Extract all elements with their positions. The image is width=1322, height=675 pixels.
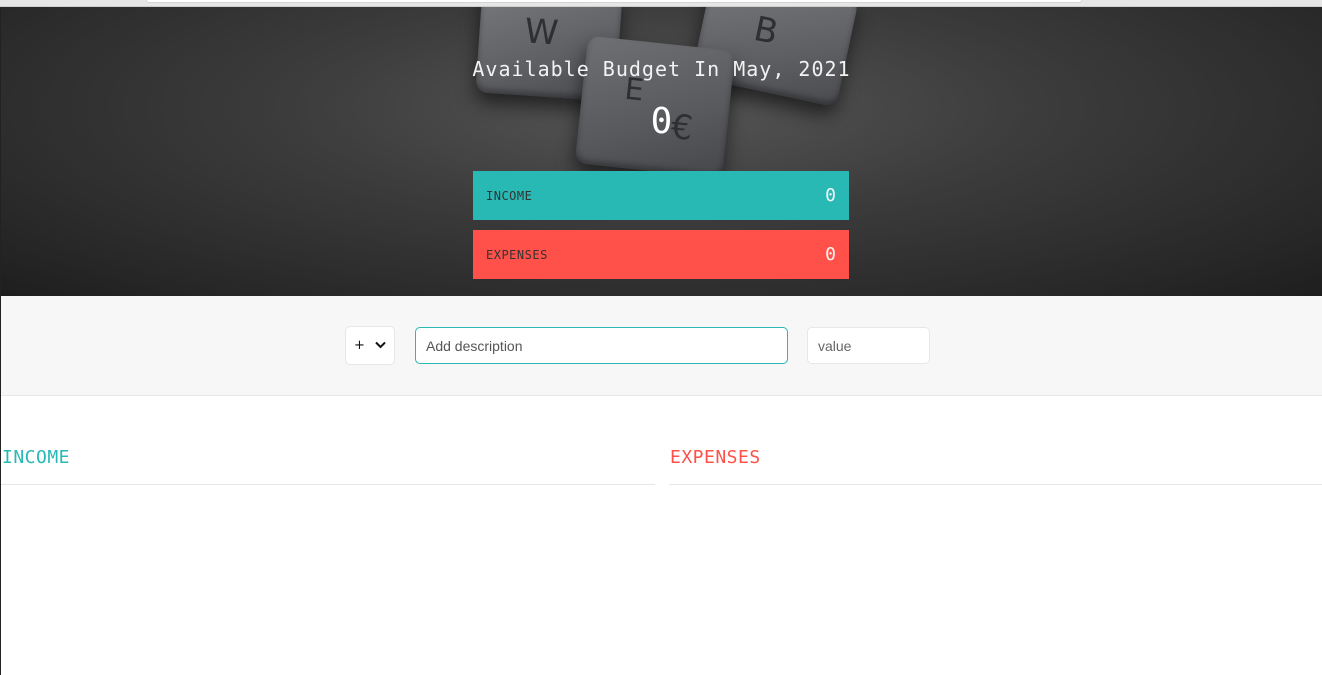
income-summary: INCOME 0 (473, 171, 849, 220)
budget-value: 0 (650, 101, 673, 142)
letter-tile-w-glyph: W (523, 11, 560, 54)
income-list-divider (1, 484, 655, 485)
top-strip (0, 0, 1322, 7)
expenses-list-divider (669, 484, 1322, 485)
chevron-down-icon (375, 339, 386, 352)
type-select-value: + (354, 338, 365, 353)
add-entry-bar: + (1, 296, 1322, 396)
value-input[interactable] (807, 327, 930, 364)
income-summary-label: INCOME (486, 188, 533, 203)
expenses-summary-label: EXPENSES (486, 247, 548, 262)
top-strip-bar (146, 0, 1082, 3)
expenses-summary-value: 0 (825, 244, 836, 265)
expenses-list-title: EXPENSES (670, 447, 761, 468)
income-summary-value: 0 (825, 185, 836, 206)
budget-title: Available Budget In May, 2021 (472, 57, 851, 81)
expenses-summary: EXPENSES 0 (473, 230, 849, 279)
income-list-title: INCOME (2, 447, 71, 468)
letter-tile-b-glyph: B (750, 8, 782, 53)
type-select[interactable]: + (345, 326, 395, 365)
description-input[interactable] (415, 327, 788, 364)
